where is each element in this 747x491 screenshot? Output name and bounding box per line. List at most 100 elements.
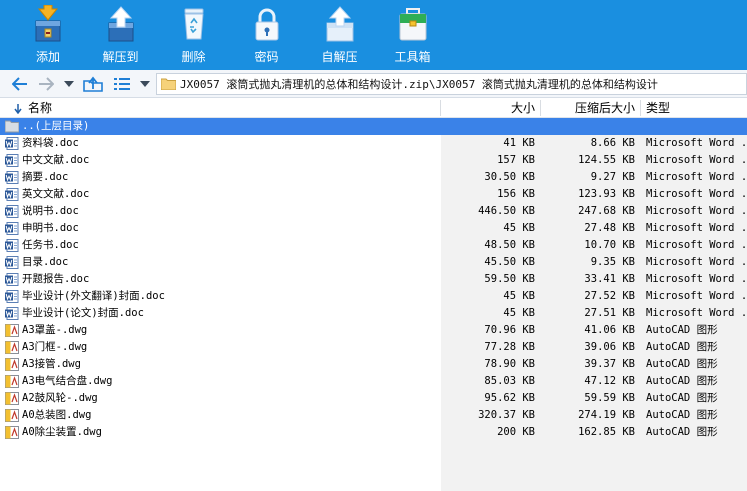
- file-name: A0总装图.dwg: [22, 409, 92, 421]
- list-view-icon: [114, 78, 130, 90]
- file-row[interactable]: A0除尘装置.dwg 200 KB 162.85 KB AutoCAD 图形: [0, 424, 747, 441]
- file-type: Microsoft Word ...: [646, 222, 747, 234]
- autocad-drawing-icon: [5, 358, 19, 371]
- file-type: Microsoft Word ...: [646, 256, 747, 268]
- file-row[interactable]: 资料袋.doc 41 KB 8.66 KB Microsoft Word ...: [0, 135, 747, 152]
- file-size: 30.50 KB: [484, 171, 535, 183]
- self-extract-button[interactable]: 自解压: [304, 0, 375, 70]
- file-compressed-size: 27.52 KB: [584, 290, 635, 302]
- view-mode-button[interactable]: [112, 73, 132, 95]
- file-type: Microsoft Word ...: [646, 171, 747, 183]
- file-size: 85.03 KB: [484, 375, 535, 387]
- file-compressed-size: 247.68 KB: [578, 205, 635, 217]
- file-size: 320.37 KB: [478, 409, 535, 421]
- column-name-header[interactable]: 名称: [28, 98, 52, 118]
- delete-button-label: 删除: [181, 50, 206, 64]
- file-compressed-size: 124.55 KB: [578, 154, 635, 166]
- up-folder-icon: [83, 76, 103, 92]
- file-name: 摘要.doc: [22, 171, 69, 183]
- word-document-icon: [5, 188, 19, 201]
- file-row[interactable]: A3罩盖-.dwg 70.96 KB 41.06 KB AutoCAD 图形: [0, 322, 747, 339]
- password-button[interactable]: 密码: [231, 0, 302, 70]
- password-button-label: 密码: [254, 50, 279, 64]
- history-dropdown-button[interactable]: [62, 73, 76, 95]
- file-row[interactable]: A3电气结合盘.dwg 85.03 KB 47.12 KB AutoCAD 图形: [0, 373, 747, 390]
- file-size: 45 KB: [503, 290, 535, 302]
- self-extract-icon: [318, 3, 362, 47]
- view-mode-dropdown-button[interactable]: [138, 73, 152, 95]
- column-divider[interactable]: [640, 100, 641, 116]
- parent-directory-row[interactable]: ..(上层目录): [0, 118, 747, 135]
- word-document-icon: [5, 137, 19, 150]
- file-row[interactable]: A3接管.dwg 78.90 KB 39.37 KB AutoCAD 图形: [0, 356, 747, 373]
- main-toolbar: 添加 解压到 删除 密码 自解压 工具箱: [0, 0, 747, 70]
- file-list: ..(上层目录) 资料袋.doc 41 KB 8.66 KB Microsoft Wo…: [0, 118, 747, 491]
- file-name: 资料袋.doc: [22, 137, 79, 149]
- add-button-label: 添加: [35, 50, 60, 64]
- file-size: 45 KB: [503, 222, 535, 234]
- file-type: AutoCAD 图形: [646, 409, 718, 421]
- column-compressed-header[interactable]: 压缩后大小: [541, 98, 635, 118]
- file-compressed-size: 8.66 KB: [590, 137, 635, 149]
- lock-icon: [245, 3, 289, 47]
- delete-button[interactable]: 删除: [158, 0, 229, 70]
- forward-button[interactable]: [36, 73, 56, 95]
- file-row[interactable]: 摘要.doc 30.50 KB 9.27 KB Microsoft Word ...: [0, 169, 747, 186]
- file-compressed-size: 59.59 KB: [584, 392, 635, 404]
- file-row[interactable]: A0总装图.dwg 320.37 KB 274.19 KB AutoCAD 图形: [0, 407, 747, 424]
- file-size: 200 KB: [497, 426, 535, 438]
- word-document-icon: [5, 273, 19, 286]
- file-compressed-size: 274.19 KB: [578, 409, 635, 421]
- file-row[interactable]: 中文文献.doc 157 KB 124.55 KB Microsoft Word ..…: [0, 152, 747, 169]
- file-name: A3罩盖-.dwg: [22, 324, 88, 336]
- file-size: 157 KB: [497, 154, 535, 166]
- toolbox-icon: [391, 3, 435, 47]
- column-header: 名称 大小 压缩后大小 类型: [0, 98, 747, 118]
- file-compressed-size: 123.93 KB: [578, 188, 635, 200]
- file-type: Microsoft Word ...: [646, 188, 747, 200]
- file-compressed-size: 10.70 KB: [584, 239, 635, 251]
- back-button[interactable]: [10, 73, 30, 95]
- file-row[interactable]: 毕业设计(论文)封面.doc 45 KB 27.51 KB Microsoft Wor…: [0, 305, 747, 322]
- chevron-down-icon: [64, 81, 74, 87]
- file-name: 开题报告.doc: [22, 273, 90, 285]
- file-row[interactable]: 开题报告.doc 59.50 KB 33.41 KB Microsoft Word .…: [0, 271, 747, 288]
- address-bar: JX0057 滚筒式抛丸清理机的总体和结构设计.zip\JX0057 滚筒式抛丸…: [0, 70, 747, 98]
- file-compressed-size: 9.35 KB: [590, 256, 635, 268]
- file-compressed-size: 9.27 KB: [590, 171, 635, 183]
- file-type: AutoCAD 图形: [646, 358, 718, 370]
- file-type: Microsoft Word ...: [646, 290, 747, 302]
- file-type: AutoCAD 图形: [646, 392, 718, 404]
- file-row[interactable]: 说明书.doc 446.50 KB 247.68 KB Microsoft Word …: [0, 203, 747, 220]
- file-row[interactable]: 毕业设计(外文翻译)封面.doc 45 KB 27.52 KB Microsoft W…: [0, 288, 747, 305]
- file-row[interactable]: 目录.doc 45.50 KB 9.35 KB Microsoft Word ...: [0, 254, 747, 271]
- file-type: Microsoft Word ...: [646, 205, 747, 217]
- file-type: Microsoft Word ...: [646, 154, 747, 166]
- toolbox-button[interactable]: 工具箱: [377, 0, 448, 70]
- file-size: 41 KB: [503, 137, 535, 149]
- address-field[interactable]: JX0057 滚筒式抛丸清理机的总体和结构设计.zip\JX0057 滚筒式抛丸…: [156, 73, 747, 95]
- file-size: 45.50 KB: [484, 256, 535, 268]
- word-document-icon: [5, 256, 19, 269]
- file-row[interactable]: 申明书.doc 45 KB 27.48 KB Microsoft Word ...: [0, 220, 747, 237]
- up-folder-button[interactable]: [82, 73, 104, 95]
- file-row[interactable]: A3门框-.dwg 77.28 KB 39.06 KB AutoCAD 图形: [0, 339, 747, 356]
- file-size: 59.50 KB: [484, 273, 535, 285]
- add-button[interactable]: 添加: [13, 0, 83, 70]
- column-size-header[interactable]: 大小: [441, 98, 535, 118]
- word-document-icon: [5, 171, 19, 184]
- file-name: 目录.doc: [22, 256, 69, 268]
- file-name: 说明书.doc: [22, 205, 79, 217]
- file-compressed-size: 33.41 KB: [584, 273, 635, 285]
- file-row[interactable]: 任务书.doc 48.50 KB 10.70 KB Microsoft Word ..…: [0, 237, 747, 254]
- folder-up-icon: [5, 120, 19, 133]
- file-name: 毕业设计(外文翻译)封面.doc: [22, 290, 165, 302]
- word-document-icon: [5, 154, 19, 167]
- file-name: A2鼓风轮-.dwg: [22, 392, 98, 404]
- file-row[interactable]: 英文文献.doc 156 KB 123.93 KB Microsoft Word ..…: [0, 186, 747, 203]
- column-type-header[interactable]: 类型: [646, 98, 670, 118]
- autocad-drawing-icon: [5, 341, 19, 354]
- extract-to-button[interactable]: 解压到: [85, 0, 156, 70]
- word-document-icon: [5, 205, 19, 218]
- file-row[interactable]: A2鼓风轮-.dwg 95.62 KB 59.59 KB AutoCAD 图形: [0, 390, 747, 407]
